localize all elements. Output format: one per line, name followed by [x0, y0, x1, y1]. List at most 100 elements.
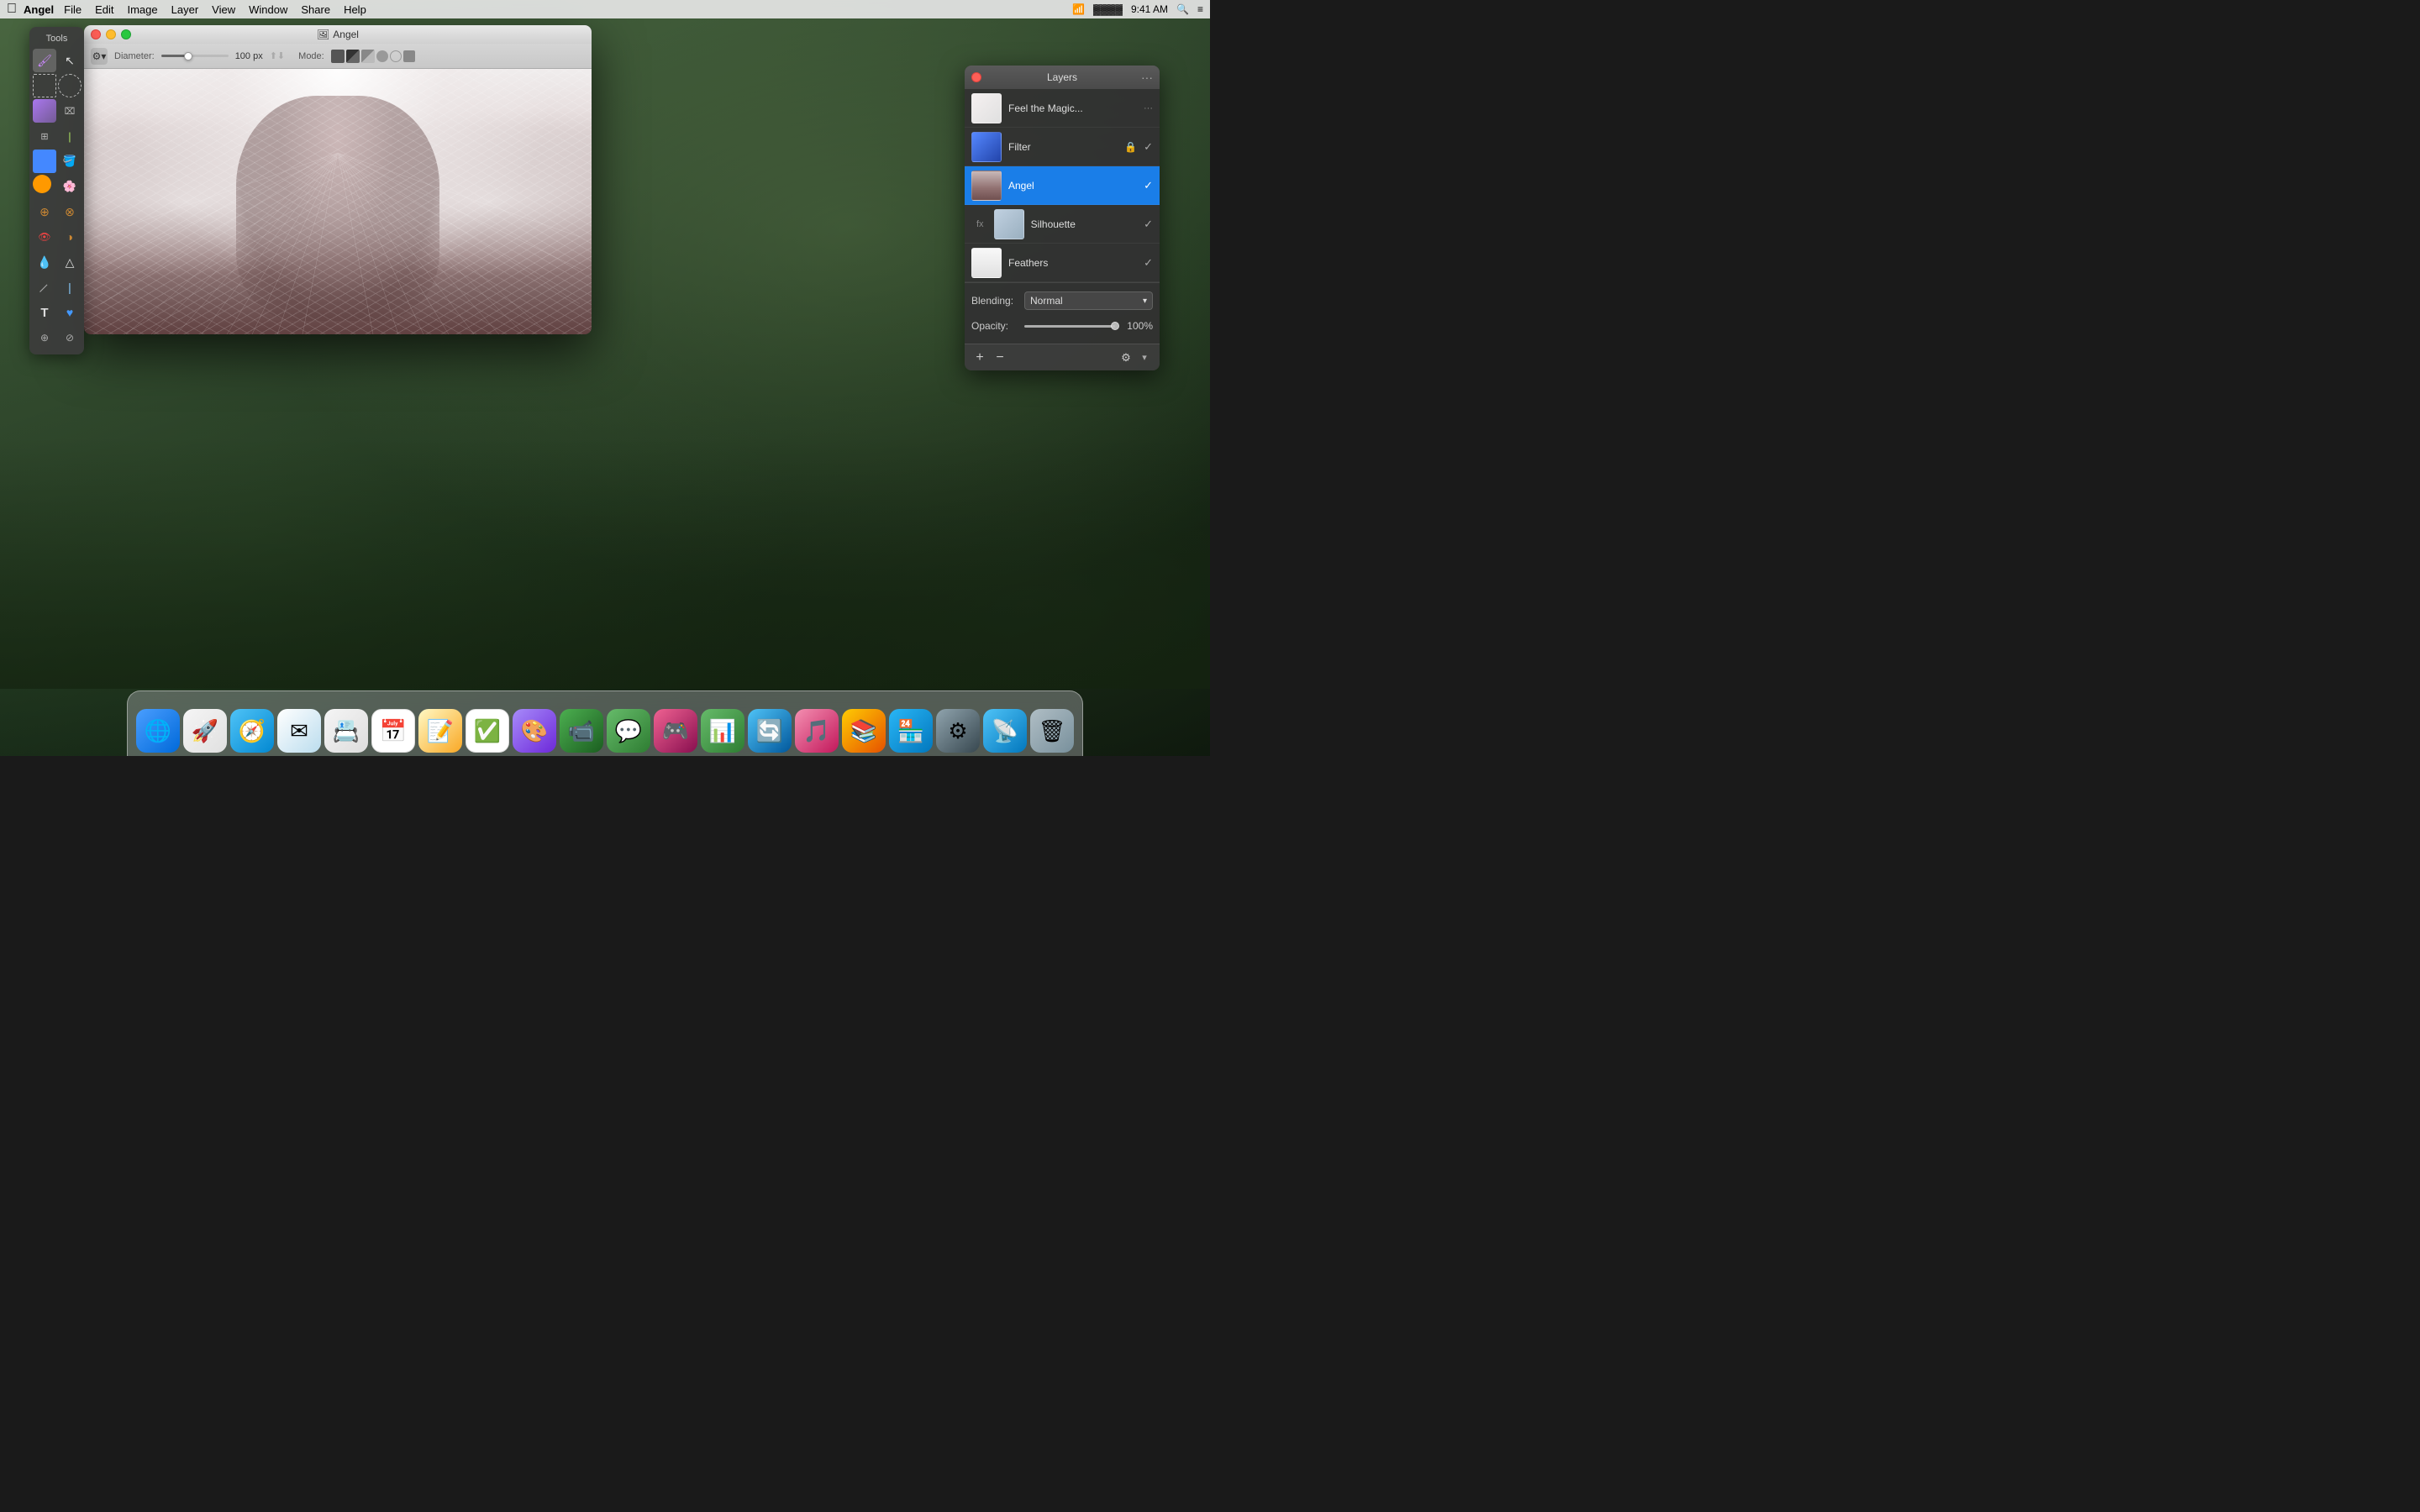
- menu-file[interactable]: File: [57, 3, 88, 16]
- mode-normal-btn[interactable]: [331, 50, 345, 63]
- dock-migration[interactable]: 🔄: [748, 709, 792, 753]
- eyedropper-tool[interactable]: ⊘: [58, 326, 82, 349]
- layer-angel[interactable]: Angel ✓: [965, 166, 1160, 205]
- heart-tool[interactable]: ♥: [58, 301, 82, 324]
- mode-circle-btn[interactable]: [376, 50, 388, 62]
- menu-share[interactable]: Share: [294, 3, 337, 16]
- mode-lighten-btn[interactable]: [361, 50, 375, 63]
- layer-silhouette[interactable]: fx Silhouette ✓: [965, 205, 1160, 244]
- layer-feel-the-magic-more[interactable]: ···: [1144, 103, 1153, 113]
- opacity-value: 100%: [1127, 320, 1153, 332]
- rect-select-tool[interactable]: [33, 74, 56, 97]
- menu-layer[interactable]: Layer: [165, 3, 206, 16]
- dock-calendar[interactable]: 📅: [371, 709, 415, 753]
- eye-tool[interactable]: 👁: [33, 225, 56, 249]
- menubar:  Angel File Edit Image Layer View Windo…: [0, 0, 1210, 18]
- dodge-burn-tool[interactable]: ◑: [58, 225, 82, 249]
- layer-angel-check[interactable]: ✓: [1144, 179, 1153, 192]
- apple-menu[interactable]: : [7, 2, 17, 17]
- dock-game-center[interactable]: 🎮: [654, 709, 697, 753]
- dock-trash[interactable]: 🗑: [1030, 709, 1074, 753]
- dock-launchpad[interactable]: 🚀: [183, 709, 227, 753]
- smudge-tool[interactable]: 🌸: [58, 175, 82, 198]
- text-tool[interactable]: T: [33, 301, 56, 324]
- tools-panel-title: Tools: [33, 32, 81, 47]
- minimize-button[interactable]: [106, 29, 116, 39]
- angel-figure: [236, 96, 439, 322]
- layer-gear-chevron[interactable]: ▾: [1136, 349, 1153, 366]
- canvas-image: [84, 69, 592, 334]
- dock-pixelmator[interactable]: 🎨: [513, 709, 556, 753]
- dock-finder[interactable]: 🌐: [136, 709, 180, 753]
- eraser-tool[interactable]: [33, 150, 56, 173]
- dropper-tool[interactable]: 💧: [33, 250, 56, 274]
- layers-more-button[interactable]: ···: [1141, 71, 1153, 84]
- add-layer-button[interactable]: +: [971, 349, 988, 366]
- color-fill-tool[interactable]: [33, 175, 51, 193]
- pencil-tool[interactable]: |: [58, 124, 82, 148]
- canvas-area[interactable]: [84, 69, 592, 334]
- opacity-label: Opacity:: [971, 320, 1018, 332]
- dock-itunes[interactable]: 🎵: [795, 709, 839, 753]
- highlight-tool[interactable]: |: [58, 276, 82, 299]
- dock-facetime[interactable]: 📹: [560, 709, 603, 753]
- stamp-tool[interactable]: ⊕: [33, 200, 56, 223]
- menu-window[interactable]: Window: [242, 3, 294, 16]
- menu-view[interactable]: View: [205, 3, 242, 16]
- toolbar-settings-button[interactable]: ⚙▾: [91, 48, 108, 65]
- heal-tool[interactable]: ⊗: [58, 200, 82, 223]
- layer-feathers[interactable]: Feathers ✓: [965, 244, 1160, 282]
- blending-select[interactable]: Normal ▾: [1024, 291, 1153, 310]
- layer-angel-thumbnail: [971, 171, 1002, 201]
- maximize-button[interactable]: [121, 29, 131, 39]
- remove-layer-button[interactable]: −: [992, 349, 1008, 366]
- transform-tool[interactable]: ⊞: [33, 124, 56, 148]
- ellipse-select-tool[interactable]: [58, 74, 82, 97]
- triangle-tool[interactable]: △: [58, 250, 82, 274]
- layer-gear-button[interactable]: ⚙: [1118, 349, 1134, 366]
- mode-darken-btn[interactable]: [346, 50, 360, 63]
- dock-reminders[interactable]: ✅: [466, 709, 509, 753]
- wifi-icon[interactable]: 📶: [1072, 3, 1085, 15]
- paint-bucket-tool[interactable]: 🪣: [58, 150, 82, 173]
- layer-feel-the-magic[interactable]: Feel the Magic... ···: [965, 89, 1160, 128]
- crop-tool[interactable]: ⌧: [58, 99, 82, 123]
- spotlight-icon[interactable]: 🔍: [1176, 3, 1189, 15]
- menu-help[interactable]: Help: [337, 3, 373, 16]
- dock-ibooks[interactable]: 📚: [842, 709, 886, 753]
- dock-mail[interactable]: ✉: [277, 709, 321, 753]
- line-tool[interactable]: |: [28, 270, 61, 304]
- diameter-slider[interactable]: [161, 55, 229, 57]
- menu-edit[interactable]: Edit: [88, 3, 120, 16]
- dock-numbers[interactable]: 📊: [701, 709, 744, 753]
- dock-safari[interactable]: 🧭: [230, 709, 274, 753]
- pointer-tool[interactable]: ↖: [58, 49, 82, 72]
- layer-angel-name: Angel: [1008, 180, 1137, 192]
- titlebar-controls: [91, 29, 131, 39]
- dock-contacts[interactable]: 📇: [324, 709, 368, 753]
- zoom-tool[interactable]: ⊕: [33, 326, 56, 349]
- close-button[interactable]: [91, 29, 101, 39]
- layer-feathers-check[interactable]: ✓: [1144, 256, 1153, 270]
- layers-close-button[interactable]: [971, 72, 981, 82]
- layer-filter-check[interactable]: ✓: [1144, 140, 1153, 154]
- paint-brush-tool[interactable]: 🖌: [33, 49, 56, 72]
- clock: 9:41 AM: [1131, 3, 1168, 15]
- opacity-slider-thumb: [1111, 322, 1119, 330]
- notification-center-icon[interactable]: ≡: [1197, 3, 1203, 15]
- opacity-slider[interactable]: [1024, 325, 1115, 328]
- menu-image[interactable]: Image: [120, 3, 164, 16]
- dock-messages[interactable]: 💬: [607, 709, 650, 753]
- layer-filter[interactable]: Filter 🔒 ✓: [965, 128, 1160, 166]
- dock-airdrop[interactable]: 📡: [983, 709, 1027, 753]
- layers-panel: Layers ··· Feel the Magic... ··· Filter …: [965, 66, 1160, 370]
- gradient-tool[interactable]: [33, 99, 56, 123]
- window-title: 🖼 Angel: [317, 29, 359, 40]
- dock-notes[interactable]: 📝: [418, 709, 462, 753]
- layers-footer: + − ⚙ ▾: [965, 344, 1160, 370]
- mode-rect-btn[interactable]: [403, 50, 415, 62]
- layer-silhouette-check[interactable]: ✓: [1144, 218, 1153, 231]
- dock-sys-preferences[interactable]: ⚙: [936, 709, 980, 753]
- dock-app-store[interactable]: 🏪: [889, 709, 933, 753]
- mode-outline-btn[interactable]: [390, 50, 402, 62]
